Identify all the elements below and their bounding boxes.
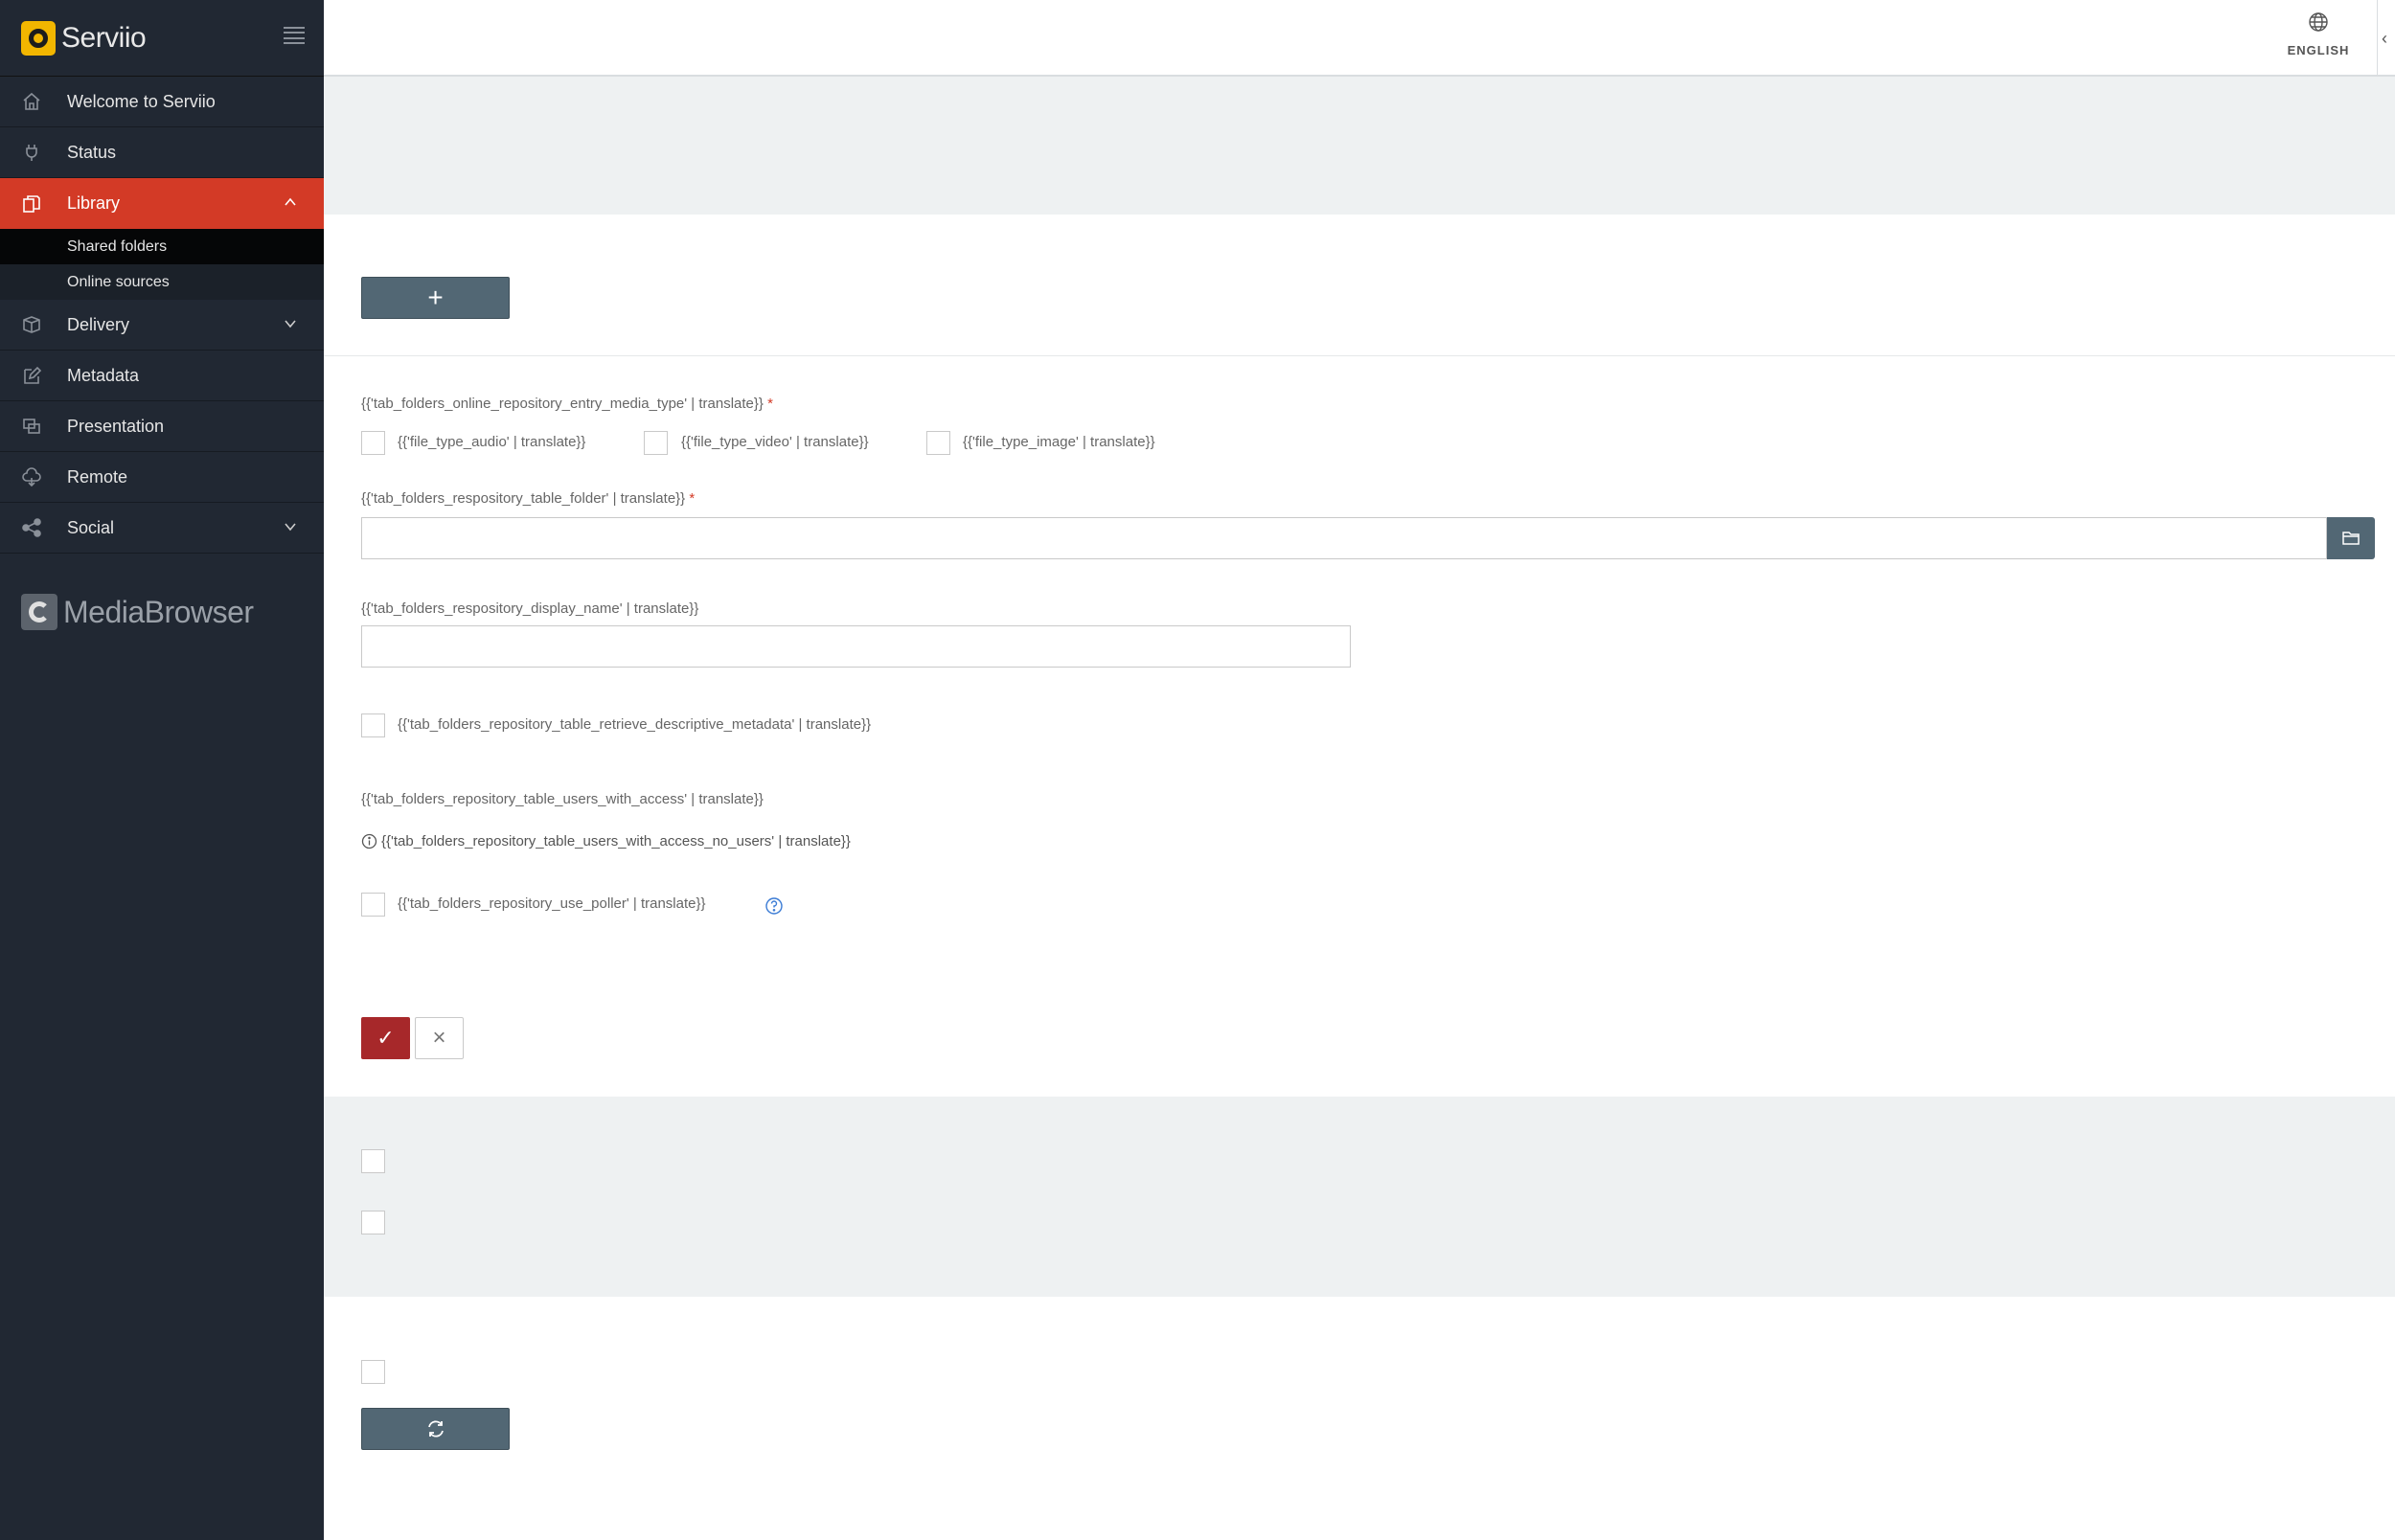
display-name-label: {{'tab_folders_respository_display_name'… — [361, 600, 699, 617]
audio-checkbox-label: {{'file_type_audio' | translate}} — [398, 434, 586, 450]
section-divider — [324, 355, 2395, 356]
mediabrowser-logo[interactable]: MediaBrowser — [21, 594, 254, 630]
use-poller-checkbox[interactable] — [361, 893, 385, 917]
sidebar-item-library[interactable]: Library — [0, 178, 324, 229]
close-icon: × — [432, 1025, 446, 1051]
media-type-label: {{'tab_folders_online_repository_entry_m… — [361, 396, 773, 412]
retrieve-metadata-checkbox[interactable] — [361, 713, 385, 737]
sidebar-subitem-shared-folders[interactable]: Shared folders — [0, 229, 324, 264]
gray-options-band — [324, 1097, 2395, 1297]
sidebar-item-social[interactable]: Social — [0, 503, 324, 554]
topbar-divider — [2377, 0, 2378, 77]
sidebar-item-status[interactable]: Status — [0, 127, 324, 178]
box-icon — [21, 314, 42, 335]
option-checkbox[interactable] — [361, 1149, 385, 1173]
save-button[interactable]: ✓ — [361, 1017, 410, 1059]
cancel-button[interactable]: × — [415, 1017, 464, 1059]
sidebar-item-delivery[interactable]: Delivery — [0, 300, 324, 351]
language-label: ENGLISH — [2287, 43, 2350, 57]
refresh-button[interactable] — [361, 1408, 510, 1450]
collapse-panel-chevron-icon[interactable]: ‹ — [2382, 29, 2395, 48]
globe-icon — [2309, 12, 2328, 32]
library-icon — [21, 193, 42, 215]
sidebar-item-label: Presentation — [67, 416, 165, 436]
main-content: + {{'tab_folders_online_repository_entry… — [324, 77, 2395, 1540]
brand: Serviio — [0, 0, 324, 77]
language-selector[interactable]: ENGLISH — [2280, 11, 2357, 57]
browse-folder-button[interactable] — [2327, 517, 2375, 559]
chevron-down-icon — [285, 523, 296, 532]
add-button[interactable]: + — [361, 277, 510, 319]
brand-name: Serviio — [61, 21, 147, 54]
media-type-label-text: {{'tab_folders_online_repository_entry_m… — [361, 396, 764, 412]
required-mark: * — [689, 490, 696, 507]
folder-icon — [2342, 532, 2360, 545]
sidebar-item-presentation[interactable]: Presentation — [0, 401, 324, 452]
folder-input[interactable] — [361, 517, 2327, 559]
sidebar-item-label: Status — [67, 142, 117, 162]
info-icon — [361, 833, 377, 849]
folder-label: {{'tab_folders_respository_table_folder'… — [361, 490, 695, 507]
plug-icon — [21, 142, 42, 163]
sidebar-item-metadata[interactable]: Metadata — [0, 351, 324, 401]
presentation-icon — [21, 416, 42, 437]
no-users-text: {{'tab_folders_repository_table_users_wi… — [381, 833, 851, 849]
sidebar-item-label: Remote — [67, 466, 128, 487]
chevron-up-icon — [285, 197, 296, 206]
sidebar-item-label: Social — [67, 517, 115, 537]
share-icon — [21, 517, 42, 538]
chevron-down-icon — [285, 320, 296, 328]
cloud-icon — [21, 466, 42, 487]
option-checkbox[interactable] — [361, 1360, 385, 1384]
mediabrowser-logo-icon — [21, 594, 57, 630]
sidebar-subitem-online-sources[interactable]: Online sources — [0, 264, 324, 300]
display-name-input[interactable] — [361, 625, 1351, 668]
sidebar-item-remote[interactable]: Remote — [0, 452, 324, 503]
plus-icon: + — [427, 283, 444, 312]
sidebar-item-label: Metadata — [67, 365, 140, 385]
refresh-icon — [427, 1420, 444, 1438]
hamburger-menu-icon[interactable] — [284, 27, 305, 44]
sidebar-item-label: Welcome to Serviio — [67, 91, 216, 111]
home-icon — [21, 91, 42, 112]
sidebar-item-label: Delivery — [67, 314, 130, 334]
gray-header-band — [324, 77, 2395, 215]
edit-icon — [21, 365, 42, 386]
library-submenu: Shared folders Online sources — [0, 229, 324, 300]
sidebar-item-welcome[interactable]: Welcome to Serviio — [0, 77, 324, 127]
image-checkbox[interactable] — [926, 431, 950, 455]
use-poller-label: {{'tab_folders_repository_use_poller' | … — [398, 895, 706, 912]
retrieve-metadata-label: {{'tab_folders_repository_table_retrieve… — [398, 716, 872, 733]
option-checkbox[interactable] — [361, 1211, 385, 1234]
serviio-logo-icon — [21, 20, 56, 56]
required-mark: * — [767, 396, 773, 412]
video-checkbox[interactable] — [644, 431, 668, 455]
sidebar: Serviio Welcome to Serviio Status Librar… — [0, 0, 324, 1540]
top-bar: ENGLISH ‹ — [324, 0, 2395, 77]
audio-checkbox[interactable] — [361, 431, 385, 455]
folder-label-text: {{'tab_folders_respository_table_folder'… — [361, 490, 686, 507]
video-checkbox-label: {{'file_type_video' | translate}} — [681, 434, 869, 450]
image-checkbox-label: {{'file_type_image' | translate}} — [963, 434, 1155, 450]
help-icon[interactable] — [764, 896, 784, 916]
checkmark-icon: ✓ — [376, 1026, 395, 1050]
users-with-access-label: {{'tab_folders_repository_table_users_wi… — [361, 791, 764, 807]
sidebar-item-label: Library — [67, 193, 121, 213]
mediabrowser-logo-text: MediaBrowser — [63, 594, 254, 629]
